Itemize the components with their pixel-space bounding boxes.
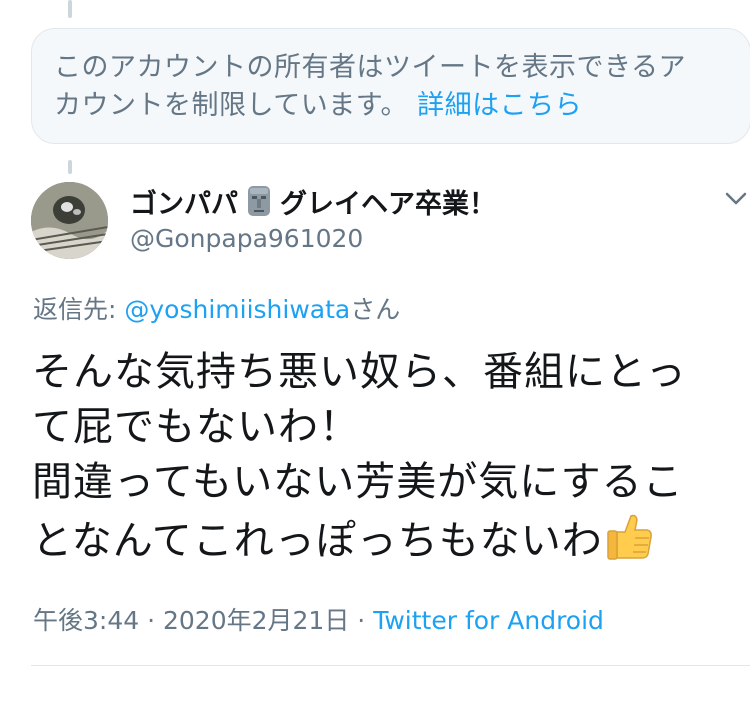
learn-more-link[interactable]: 詳細はこちら bbox=[417, 90, 582, 121]
reply-mention-link[interactable]: @yoshimiishiwata bbox=[124, 295, 350, 324]
chevron-down-icon[interactable] bbox=[722, 186, 750, 210]
divider bbox=[31, 665, 750, 666]
tweet-text-line: そんな気持ち悪い奴ら、番組にとっ bbox=[32, 349, 687, 395]
meta-separator: · bbox=[357, 606, 366, 635]
author-name-part1: ゴンパパ bbox=[130, 188, 238, 220]
thumbs-up-icon bbox=[607, 514, 652, 560]
tweet-text-line-last: となんてこれっぽっちもないわ bbox=[32, 510, 747, 569]
reply-to-line: 返信先: @yoshimiishiwataさん bbox=[33, 290, 400, 326]
tweet-text-line: となんてこれっぽっちもないわ bbox=[32, 518, 603, 564]
tweet-meta: 午後3:44 · 2020年2月21日 · Twitter for Androi… bbox=[33, 601, 604, 637]
tweet-text-line: 間違ってもいない芳美が気にするこ bbox=[32, 459, 684, 505]
tweet-text-line: て屁でもないわ！ bbox=[32, 404, 360, 450]
avatar[interactable] bbox=[31, 182, 108, 259]
reply-to-label: 返信先: bbox=[33, 295, 125, 324]
tweet-detail-page: このアカウントの所有者はツイートを表示できるア カウントを制限しています。 詳細… bbox=[0, 0, 750, 703]
author-name-part2: グレイヘア卒業！ bbox=[280, 188, 496, 220]
notice-text-line2: カウントを制限しています。 bbox=[54, 90, 408, 121]
author-name[interactable]: ゴンパパ グレイヘア卒業！ bbox=[130, 183, 496, 220]
avatar-image bbox=[31, 182, 108, 259]
protected-account-notice: このアカウントの所有者はツイートを表示できるア カウントを制限しています。 詳細… bbox=[31, 28, 750, 144]
tweet-time: 午後3:44 bbox=[33, 606, 140, 635]
meta-separator: · bbox=[147, 606, 156, 635]
notice-text-line1: このアカウントの所有者はツイートを表示できるア bbox=[54, 52, 686, 83]
tweet-text: そんな気持ち悪い奴ら、番組にとっ て屁でもないわ！ 間違ってもいない芳美が気にす… bbox=[32, 345, 747, 569]
thread-connector-line bbox=[68, 0, 72, 18]
tweet-date: 2020年2月21日 bbox=[163, 606, 350, 635]
reply-to-suffix: さん bbox=[350, 295, 401, 324]
thread-connector-line bbox=[68, 160, 72, 174]
tweet-source-link[interactable]: Twitter for Android bbox=[373, 606, 604, 635]
author-handle[interactable]: @Gonpapa961020 bbox=[130, 224, 363, 253]
moai-icon bbox=[248, 186, 270, 216]
